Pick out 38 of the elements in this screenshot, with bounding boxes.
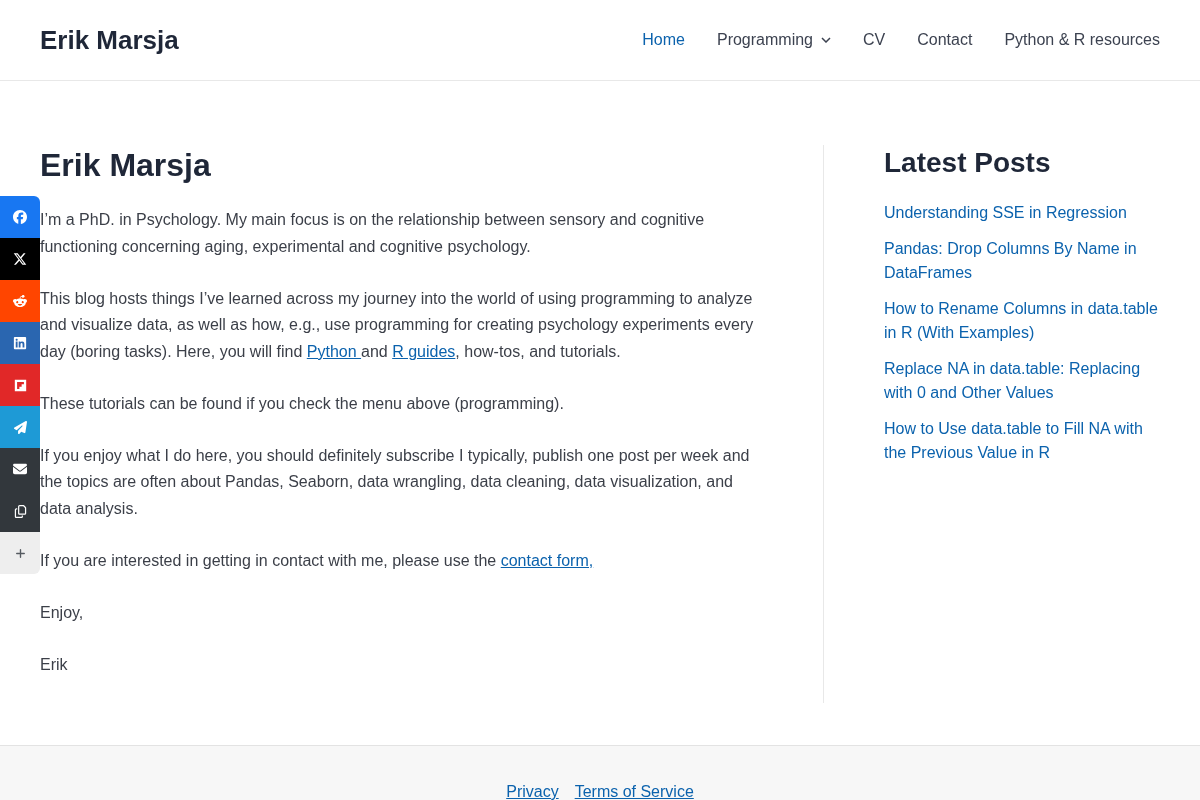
envelope-icon: [13, 462, 27, 476]
copy-icon: [13, 504, 27, 518]
post-link[interactable]: How to Rename Columns in data.table in R (With Examples): [884, 297, 1160, 345]
flipboard-icon: [13, 378, 27, 392]
nav-link[interactable]: Programming: [700, 28, 847, 52]
reddit-icon: [13, 294, 27, 308]
share-button[interactable]: [0, 490, 40, 532]
nav-link[interactable]: CV: [847, 28, 902, 52]
footer-link[interactable]: Privacy: [506, 782, 559, 800]
post-link[interactable]: Understanding SSE in Regression: [884, 201, 1160, 225]
paragraph: I’m a PhD. in Psychology. My main focus is on the relationship between sensory and cognitive functioning concerning aging, experimental and cognitive psychology.: [40, 210, 706, 257]
text-link[interactable]: Python: [306, 342, 362, 360]
plus-icon: [14, 547, 26, 559]
text-link[interactable]: contact form,: [500, 551, 594, 569]
paragraph: If you enjoy what I do here, you should definitely subscribe I typically, publish one post per week and the topics are often about Pandas, Seaborn, data wrangling, data cleaning, data visualization, and data analysis.: [40, 445, 751, 519]
paragraph: This blog hosts things I’ve learned across my journey into the world of using programming to analyze and visualize data, as well as how, e.g., use programming for creating psychology experiments every day (boring tasks). Here, you will find Python and R guides, how-tos, and tutorials.: [40, 288, 755, 362]
share-button[interactable]: [0, 238, 40, 280]
share-button[interactable]: [0, 322, 40, 364]
paragraph: Erik: [40, 654, 69, 675]
text-link[interactable]: R guides: [392, 342, 456, 360]
paragraph: If you are interested in getting in contact with me, please use the contact form,: [40, 550, 595, 571]
paragraph: These tutorials can be found if you check the menu above (programming).: [40, 393, 565, 414]
nav-link[interactable]: Home: [626, 28, 701, 52]
x-logo-icon: [13, 252, 27, 266]
share-button[interactable]: [0, 448, 40, 490]
paragraph: Enjoy,: [40, 602, 85, 623]
sidebar-title: Latest Posts: [884, 146, 1052, 180]
nav-link[interactable]: Contact: [901, 28, 989, 52]
paper-plane-icon: [13, 420, 27, 434]
linkedin-icon: [13, 336, 27, 350]
site-title[interactable]: Erik Marsja: [40, 24, 179, 56]
page-title: Erik Marsja: [40, 146, 212, 185]
post-link[interactable]: How to Use data.table to Fill NA with the Previous Value in R: [884, 417, 1160, 465]
facebook-icon: [13, 210, 27, 224]
nav-link[interactable]: Python & R resources: [988, 28, 1176, 52]
post-link[interactable]: Pandas: Drop Columns By Name in DataFrames: [884, 237, 1160, 285]
post-link[interactable]: Replace NA in data.table: Replacing with 0 and Other Values: [884, 357, 1160, 405]
footer-link[interactable]: Terms of Service: [574, 782, 694, 800]
